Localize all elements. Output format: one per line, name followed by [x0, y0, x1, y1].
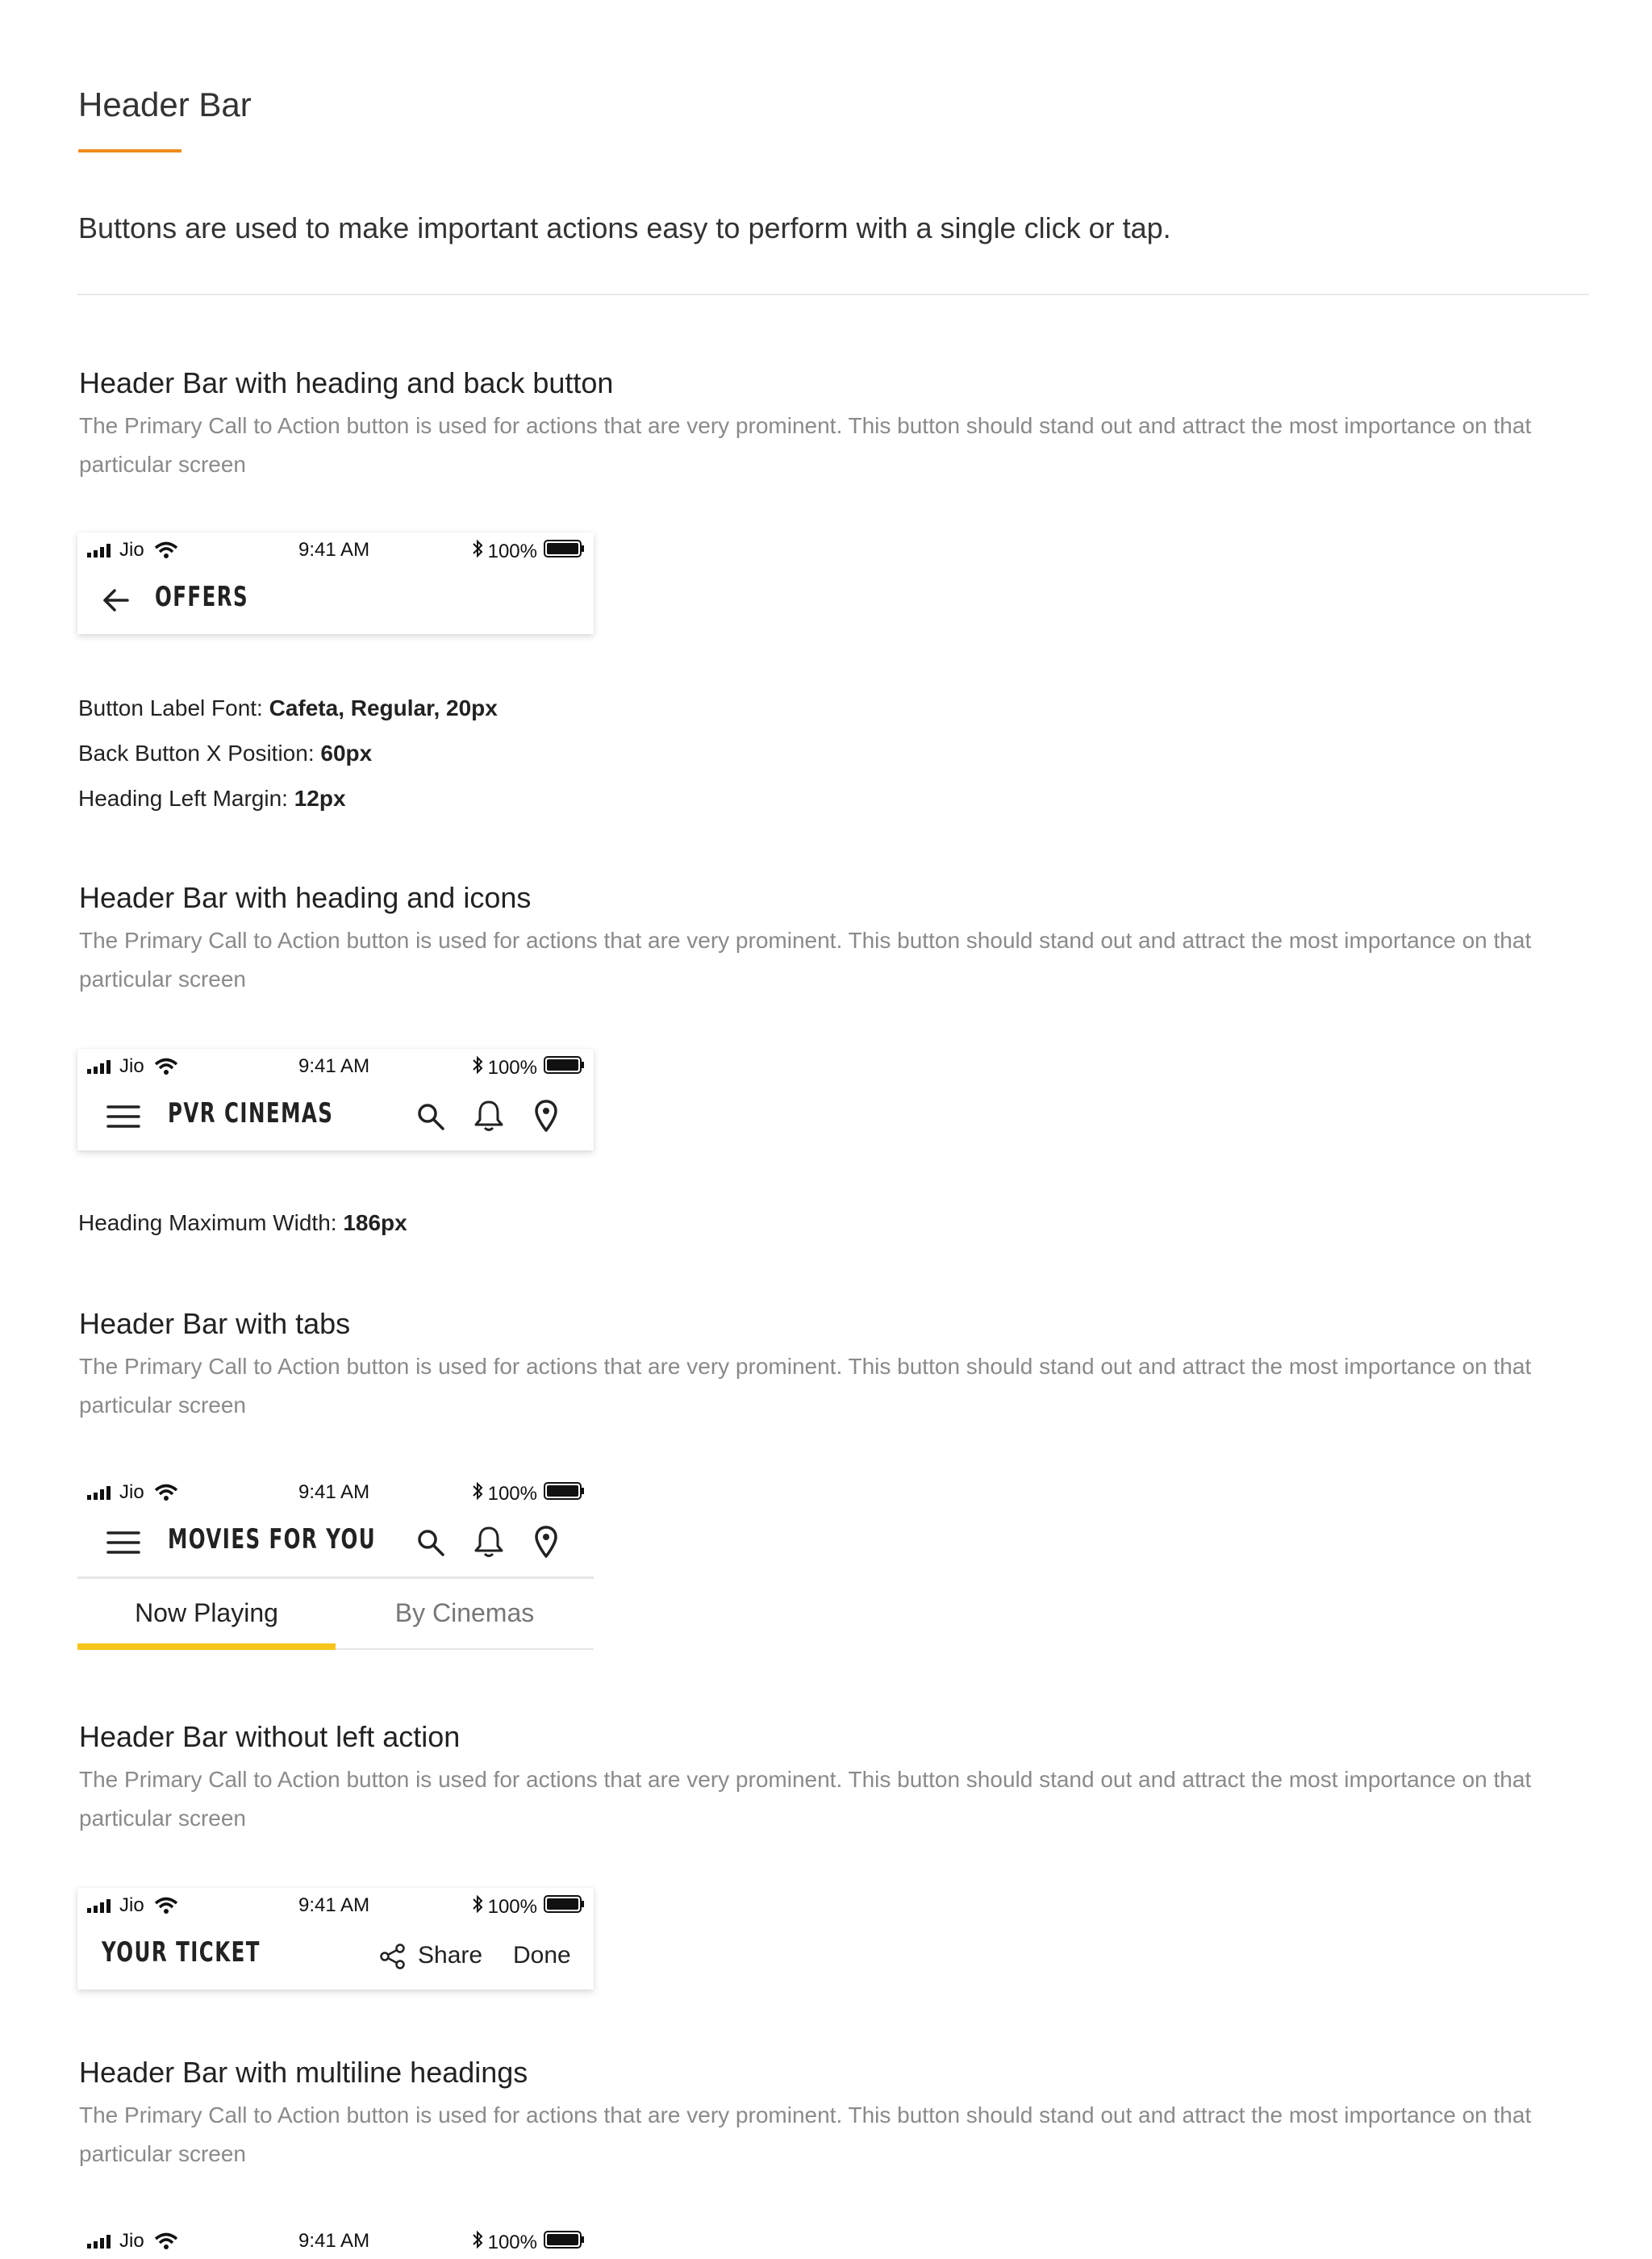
hamburger-menu-icon[interactable] — [106, 1102, 140, 1131]
share-icon — [379, 1943, 407, 1970]
battery-icon — [544, 539, 586, 564]
spec-line: Back Button X Position: 60px — [78, 741, 373, 766]
header-bar-example-back: Jio 9:41 AM 100% OFFERS — [77, 532, 594, 634]
location-pin-icon[interactable] — [534, 1525, 558, 1559]
wifi-icon — [154, 541, 178, 559]
section-title: Header Bar without left action — [79, 1720, 461, 1753]
header-bar: OFFERS — [77, 568, 594, 634]
location-pin-icon[interactable] — [534, 1099, 558, 1133]
carrier-name: Jio — [119, 1894, 144, 1916]
section-title: Header Bar with multiline headings — [79, 2056, 528, 2089]
search-icon[interactable] — [415, 1526, 447, 1559]
tab-by-cinemas[interactable]: By Cinemas — [336, 1579, 594, 1648]
status-time: 9:41 AM — [298, 539, 370, 561]
signal-bars-icon — [87, 2234, 115, 2249]
header-heading: PVR CINEMAS — [168, 1097, 334, 1130]
battery-percent: 100% — [487, 2231, 537, 2253]
status-time: 9:41 AM — [298, 2230, 370, 2252]
section-description: The Primary Call to Action button is use… — [79, 1767, 1532, 1831]
signal-bars-icon — [87, 1898, 115, 1913]
header-heading: MOVIES FOR YOU — [168, 1523, 377, 1555]
signal-bars-icon — [87, 1485, 115, 1500]
status-bar: Jio 9:41 AM 100% — [77, 532, 594, 568]
header-heading: YOUR TICKET — [102, 1936, 261, 1969]
status-time: 9:41 AM — [298, 1481, 370, 1503]
status-time: 9:41 AM — [298, 1055, 370, 1077]
wifi-icon — [154, 1058, 178, 1075]
signal-bars-icon — [87, 543, 115, 557]
spec-line: Button Label Font: Cafeta, Regular, 20px — [78, 695, 498, 720]
tab-label: By Cinemas — [394, 1598, 535, 1627]
carrier-name: Jio — [119, 539, 144, 561]
page-lead: Buttons are used to make important actio… — [78, 211, 1171, 244]
bluetooth-icon — [472, 539, 483, 564]
carrier-name: Jio — [119, 1481, 144, 1503]
status-bar: Jio 9:41 AM 100% — [77, 1888, 594, 1923]
battery-icon — [544, 1481, 586, 1506]
status-bar: Jio 9:41 AM 100% — [77, 2224, 594, 2259]
tab-active-indicator — [77, 1643, 336, 1650]
signal-bars-icon — [87, 1059, 115, 1074]
tab-now-playing[interactable]: Now Playing — [77, 1579, 336, 1650]
header-bar: PVR CINEMAS — [77, 1084, 594, 1150]
section-icons: Header Bar with heading and icons The Pr… — [79, 878, 1596, 999]
tab-bar: Now Playing By Cinemas — [77, 1576, 594, 1650]
hamburger-menu-icon[interactable] — [106, 1528, 140, 1557]
section-description: The Primary Call to Action button is use… — [79, 1354, 1532, 1418]
section-tabs: Header Bar with tabs The Primary Call to… — [79, 1304, 1596, 1425]
carrier-name: Jio — [119, 2230, 144, 2252]
bluetooth-icon — [472, 1894, 483, 1919]
header-bar-example-ticket: Jio 9:41 AM 100% YOUR TICKET Share Done — [77, 1888, 594, 1990]
header-heading: OFFERS — [155, 581, 249, 613]
arrow-left-icon[interactable] — [100, 584, 132, 616]
section-title: Header Bar with heading and back button — [79, 366, 614, 399]
status-bar: Jio 9:41 AM 100% — [77, 1049, 594, 1084]
section-description: The Primary Call to Action button is use… — [79, 413, 1532, 477]
wifi-icon — [154, 2232, 178, 2250]
section-multiline: Header Bar with multiline headings The P… — [79, 2052, 1596, 2173]
section-title: Header Bar with tabs — [79, 1307, 351, 1340]
spec-line: Heading Left Margin: 12px — [78, 786, 346, 811]
section-title: Header Bar with heading and icons — [79, 881, 532, 914]
battery-icon — [544, 2230, 586, 2255]
header-bar-example-tabs: Jio 9:41 AM 100% MOVIES FOR YOU Now Play… — [77, 1475, 594, 1650]
bluetooth-icon — [472, 1055, 483, 1080]
battery-percent: 100% — [487, 1895, 537, 1918]
tab-label: Now Playing — [135, 1598, 278, 1627]
section-description: The Primary Call to Action button is use… — [79, 2102, 1532, 2166]
status-time: 9:41 AM — [298, 1894, 370, 1916]
header-bar: YOUR TICKET Share Done — [77, 1923, 594, 1990]
share-label: Share — [418, 1942, 483, 1969]
search-icon[interactable] — [415, 1100, 447, 1133]
header-bar: MOVIES FOR YOU — [77, 1510, 594, 1576]
battery-percent: 100% — [487, 1056, 537, 1079]
battery-percent: 100% — [487, 540, 537, 562]
done-button[interactable]: Done — [513, 1940, 571, 1972]
bluetooth-icon — [472, 1481, 483, 1506]
battery-icon — [544, 1894, 586, 1919]
battery-percent: 100% — [487, 1482, 537, 1505]
page-title: Header Bar — [78, 86, 252, 123]
section-back-button: Header Bar with heading and back button … — [79, 363, 1596, 484]
status-bar: Jio 9:41 AM 100% — [77, 1475, 594, 1510]
section-no-left-action: Header Bar without left action The Prima… — [79, 1717, 1596, 1838]
bell-icon[interactable] — [473, 1099, 505, 1133]
bluetooth-icon — [472, 2230, 483, 2255]
carrier-name: Jio — [119, 1055, 144, 1077]
title-underline — [78, 149, 181, 152]
section-description: The Primary Call to Action button is use… — [79, 928, 1532, 992]
spec-line: Heading Maximum Width: 186px — [78, 1210, 407, 1235]
bell-icon[interactable] — [473, 1525, 505, 1559]
header-bar-example-multiline: Jio 9:41 AM 100% — [77, 2224, 594, 2259]
wifi-icon — [154, 1484, 178, 1501]
wifi-icon — [154, 1897, 178, 1915]
header-bar-example-icons: Jio 9:41 AM 100% PVR CINEMAS — [77, 1049, 594, 1150]
battery-icon — [544, 1055, 586, 1080]
section-divider — [77, 294, 1589, 295]
